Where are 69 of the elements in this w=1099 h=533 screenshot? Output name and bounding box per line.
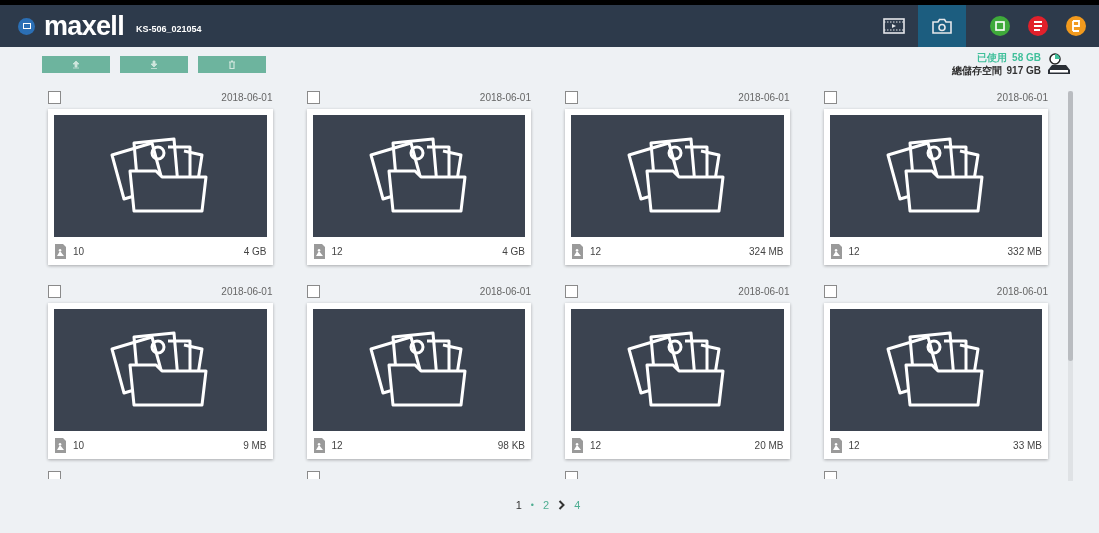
image-file-icon bbox=[829, 242, 843, 260]
image-file-icon bbox=[54, 436, 67, 454]
checkbox[interactable] bbox=[306, 91, 320, 104]
used-value: 58 GB bbox=[1012, 51, 1041, 64]
album-size: 4 GB bbox=[243, 244, 267, 259]
album-size: 9 MB bbox=[243, 438, 267, 453]
image-file-icon bbox=[54, 242, 67, 260]
camera-icon bbox=[932, 18, 952, 34]
photo-count: 12 bbox=[331, 244, 343, 259]
app-icon[interactable] bbox=[990, 16, 1010, 36]
album-card[interactable]: 12 98 KB bbox=[306, 303, 531, 459]
photo-count: 10 bbox=[73, 438, 85, 453]
total-value: 917 GB bbox=[1006, 64, 1041, 77]
checkbox[interactable] bbox=[48, 285, 61, 298]
hard-drive-icon bbox=[1047, 53, 1071, 75]
album-date: 2018-06-01 bbox=[479, 91, 531, 105]
album-size: 324 MB bbox=[749, 244, 784, 259]
brand-logo: maxell bbox=[44, 12, 124, 40]
film-icon bbox=[883, 18, 905, 34]
photo-count: 12 bbox=[848, 244, 860, 259]
upload-icon bbox=[72, 60, 80, 69]
album-card[interactable]: 12 332 MB bbox=[823, 109, 1048, 265]
view-tab[interactable] bbox=[918, 5, 966, 47]
app-logo-icon bbox=[18, 17, 35, 35]
chevron-right-icon[interactable] bbox=[558, 500, 566, 511]
photo-count: 10 bbox=[73, 244, 85, 259]
album-date: 2018-06-01 bbox=[221, 91, 273, 105]
scrollbar[interactable] bbox=[1068, 91, 1073, 481]
image-file-icon bbox=[571, 242, 584, 260]
album-size: 33 MB bbox=[1013, 438, 1042, 453]
checkbox[interactable] bbox=[823, 285, 837, 298]
checkbox[interactable] bbox=[306, 285, 320, 298]
download-icon bbox=[150, 60, 158, 69]
trash-icon bbox=[228, 60, 236, 69]
image-file-icon bbox=[571, 436, 584, 454]
app-icon[interactable] bbox=[1028, 16, 1048, 36]
app-icon[interactable] bbox=[1066, 16, 1086, 36]
album-card[interactable]: 10 4 GB bbox=[48, 109, 273, 265]
album-card[interactable]: 12 324 MB bbox=[565, 109, 790, 265]
album-card[interactable]: 10 9 MB bbox=[48, 303, 273, 459]
page-separator: • bbox=[530, 498, 534, 512]
checkbox[interactable] bbox=[823, 91, 837, 104]
album-date: 2018-06-01 bbox=[996, 285, 1048, 299]
photo-count: 12 bbox=[331, 438, 343, 453]
checkbox[interactable] bbox=[565, 91, 578, 104]
image-file-icon bbox=[312, 436, 326, 454]
total-label: 總儲存空間 bbox=[951, 64, 1002, 77]
album-card[interactable]: 12 4 GB bbox=[306, 109, 531, 265]
image-file-icon bbox=[312, 242, 326, 260]
album-date: 2018-06-01 bbox=[221, 285, 273, 299]
photo-count: 12 bbox=[848, 438, 860, 453]
album-card[interactable]: 12 33 MB bbox=[823, 303, 1048, 459]
album-size: 4 GB bbox=[502, 244, 525, 259]
album-size: 20 MB bbox=[754, 438, 784, 453]
image-file-icon bbox=[829, 436, 843, 454]
used-label: 已使用 bbox=[977, 51, 1008, 64]
page-link[interactable]: 1 bbox=[515, 497, 522, 514]
album-card[interactable]: 12 20 MB bbox=[565, 303, 790, 459]
album-date: 2018-06-01 bbox=[738, 91, 790, 105]
device-name: KS-506_021054 bbox=[136, 23, 202, 37]
album-size: 98 KB bbox=[497, 438, 525, 453]
checkbox[interactable] bbox=[48, 91, 61, 104]
photo-count: 12 bbox=[590, 438, 602, 453]
photo-count: 12 bbox=[590, 244, 602, 259]
album-date: 2018-06-01 bbox=[738, 285, 790, 299]
checkbox[interactable] bbox=[565, 285, 578, 298]
album-date: 2018-06-01 bbox=[996, 91, 1048, 105]
album-size: 332 MB bbox=[1007, 244, 1042, 259]
album-date: 2018-06-01 bbox=[479, 285, 531, 299]
